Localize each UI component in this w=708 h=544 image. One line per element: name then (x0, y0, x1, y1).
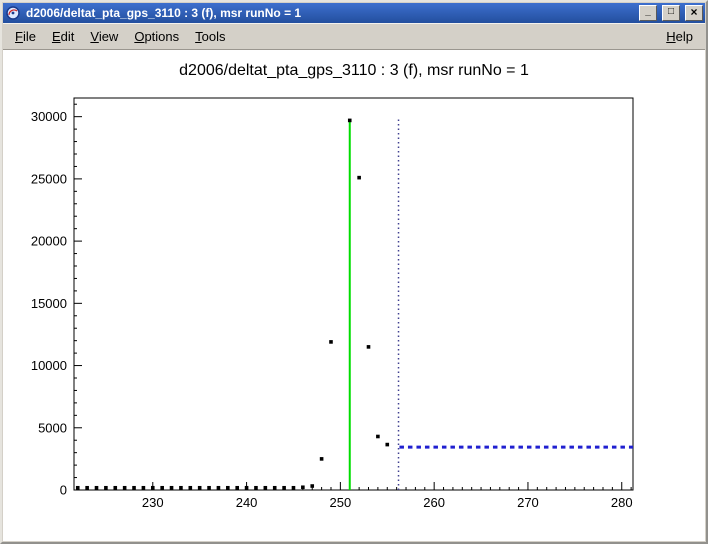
svg-text:0: 0 (60, 483, 67, 498)
menu-tools[interactable]: Tools (187, 27, 233, 46)
menu-bar: File Edit View Options Tools Help (3, 23, 705, 50)
menu-edit[interactable]: Edit (44, 27, 82, 46)
svg-text:30000: 30000 (31, 109, 67, 124)
title-bar[interactable]: d2006/deltat_pta_gps_3110 : 3 (f), msr r… (3, 3, 705, 23)
minimize-button[interactable]: _ (639, 5, 657, 21)
chart: 230 240 250 260 270 280 0 5000 10000 15000 20000 25… (3, 50, 705, 542)
menu-file[interactable]: File (7, 27, 44, 46)
menu-view[interactable]: View (82, 27, 126, 46)
svg-text:240: 240 (236, 495, 258, 510)
svg-text:20000: 20000 (31, 234, 67, 249)
window-title: d2006/deltat_pta_gps_3110 : 3 (f), msr r… (24, 6, 634, 20)
svg-text:15000: 15000 (31, 296, 67, 311)
root-logo-icon (6, 6, 20, 20)
menu-options[interactable]: Options (126, 27, 187, 46)
svg-text:10000: 10000 (31, 358, 67, 373)
plot-canvas[interactable]: 230 240 250 260 270 280 0 5000 10000 15000 20000 25… (3, 50, 705, 541)
svg-text:270: 270 (517, 495, 539, 510)
svg-text:250: 250 (330, 495, 352, 510)
svg-text:25000: 25000 (31, 171, 67, 186)
app-icon[interactable] (5, 5, 21, 21)
svg-text:5000: 5000 (38, 420, 67, 435)
svg-text:230: 230 (142, 495, 164, 510)
menu-help[interactable]: Help (658, 27, 701, 46)
app-window: d2006/deltat_pta_gps_3110 : 3 (f), msr r… (0, 0, 708, 544)
maximize-button[interactable]: □ (662, 5, 680, 21)
svg-text:280: 280 (611, 495, 633, 510)
close-button[interactable]: × (685, 5, 703, 21)
svg-text:260: 260 (423, 495, 445, 510)
